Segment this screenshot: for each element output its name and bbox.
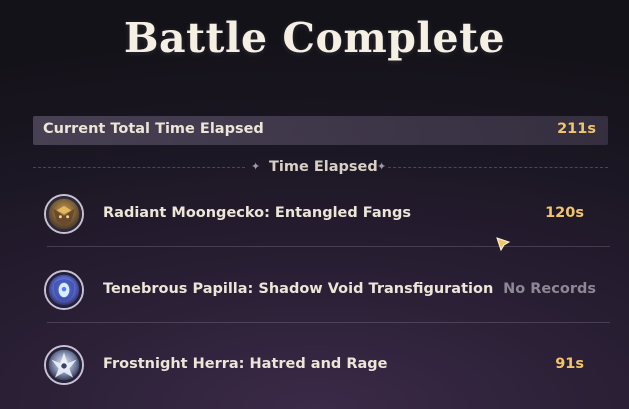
header-divider-left: [33, 167, 245, 168]
boss-name: Tenebrous Papilla: Shadow Void Transfigu…: [103, 281, 494, 297]
boss-row: Tenebrous Papilla: Shadow Void Transfigu…: [42, 266, 610, 314]
boss-time: 91s: [555, 356, 584, 372]
boss-time: No Records: [503, 281, 596, 297]
cursor-icon: [495, 236, 511, 252]
section-title: Time Elapsed: [269, 159, 378, 175]
total-time-bar: Current Total Time Elapsed 211s: [33, 116, 608, 145]
boss-name: Frostnight Herra: Hatred and Rage: [103, 356, 388, 372]
boss-time: 120s: [545, 205, 584, 221]
total-time-value: 211s: [557, 121, 596, 137]
total-time-label: Current Total Time Elapsed: [43, 121, 264, 137]
row-divider: [47, 322, 610, 323]
boss-name: Radiant Moongecko: Entangled Fangs: [103, 205, 411, 221]
herra-icon: [44, 345, 84, 385]
boss-row: Radiant Moongecko: Entangled Fangs 120s: [42, 190, 610, 238]
papilla-icon: [44, 270, 84, 310]
time-elapsed-header: ✦ Time Elapsed ✦: [33, 154, 608, 180]
moongecko-icon: [44, 194, 84, 234]
sparkle-icon: ✦: [377, 160, 387, 173]
page-title: Battle Complete: [123, 14, 506, 62]
row-divider: [47, 246, 610, 247]
header-divider-right: [388, 167, 608, 168]
sparkle-icon: ✦: [251, 160, 261, 173]
boss-row: Frostnight Herra: Hatred and Rage 91s: [42, 341, 610, 389]
